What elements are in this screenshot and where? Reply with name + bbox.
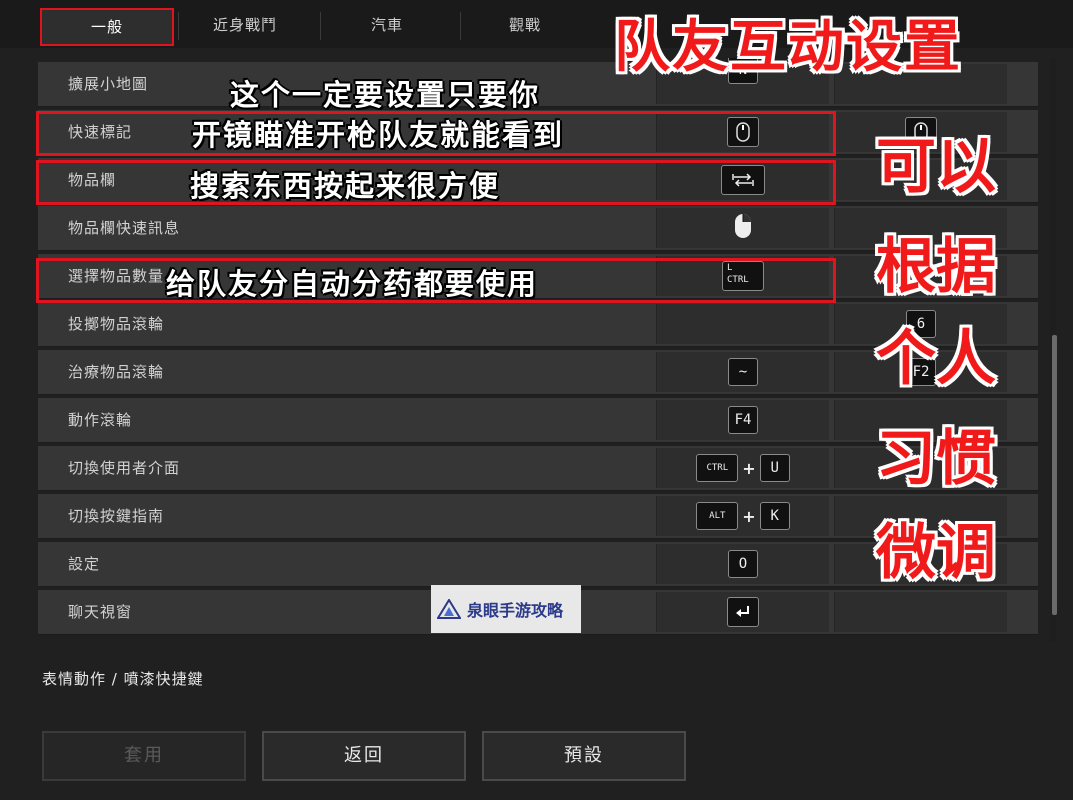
key-ctrl: CTRL (696, 454, 739, 482)
key-tilde: ~ (728, 358, 758, 386)
key-alt: ALT (696, 502, 739, 530)
keybind-label: 切換使用者介面 (68, 459, 181, 477)
key-o: O (728, 550, 758, 578)
back-button[interactable]: 返回 (262, 731, 466, 781)
annotation-text: 这个一定要设置只要你 (230, 78, 541, 112)
keybind-label: 動作滾輪 (68, 411, 133, 429)
key-u: U (759, 454, 790, 482)
tab-melee[interactable]: 近身戰鬥 (180, 8, 310, 42)
tab-separator (178, 12, 179, 40)
keybind-label: 設定 (68, 555, 101, 573)
side-annotation: 个人 (876, 324, 996, 394)
secondary-key-slot[interactable] (834, 592, 1007, 632)
primary-key-slot[interactable] (656, 304, 829, 344)
plus-sign: + (742, 506, 756, 526)
tab-general[interactable]: 一般 (40, 8, 174, 46)
mouse-right-icon (733, 213, 753, 243)
scrollbar-thumb[interactable] (1052, 335, 1057, 615)
annotation-text: 给队友分自动分药都要使用 (166, 267, 539, 301)
primary-key-slot[interactable]: O (656, 544, 829, 584)
section-title: 表情動作 / 噴漆快捷鍵 (42, 670, 204, 686)
primary-key-slot[interactable] (656, 592, 829, 632)
tab-separator (320, 12, 321, 40)
keybind-label: 切換按鍵指南 (68, 507, 165, 525)
apply-button[interactable]: 套用 (42, 731, 246, 781)
tab-spectate[interactable]: 觀戰 (460, 8, 590, 42)
keybind-label: 聊天視窗 (68, 603, 133, 621)
watermark-text: 泉眼手游攻略 (467, 601, 564, 620)
primary-key-slot[interactable]: ~ (656, 352, 829, 392)
side-annotation: 可以 (876, 132, 996, 202)
primary-key-slot[interactable]: ALT + K (656, 496, 829, 536)
primary-key-slot[interactable] (656, 208, 829, 248)
triangle-logo-icon (436, 598, 462, 619)
plus-sign: + (742, 458, 756, 478)
watermark: 泉眼手游攻略 (431, 585, 581, 633)
side-annotation: 习惯 (876, 424, 996, 494)
overlay-title: 队友互动设置 (614, 15, 962, 80)
default-button[interactable]: 預設 (482, 731, 686, 781)
side-annotation: 微调 (876, 518, 996, 588)
tab-vehicle[interactable]: 汽車 (322, 8, 452, 42)
keybind-label: 投擲物品滾輪 (68, 315, 165, 333)
side-annotation: 根据 (876, 232, 996, 302)
annotation-text: 开镜瞄准开枪队友就能看到 (192, 118, 565, 152)
key-f4: F4 (728, 406, 758, 434)
keybind-label: 擴展小地圖 (68, 75, 149, 93)
key-k: K (759, 502, 790, 530)
annotation-text: 搜索东西按起来很方便 (190, 169, 501, 203)
primary-key-slot[interactable]: CTRL + U (656, 448, 829, 488)
enter-key-icon (727, 597, 759, 627)
keybind-label: 物品欄快速訊息 (68, 219, 181, 237)
keybind-label: 治療物品滾輪 (68, 363, 165, 381)
primary-key-slot[interactable]: F4 (656, 400, 829, 440)
